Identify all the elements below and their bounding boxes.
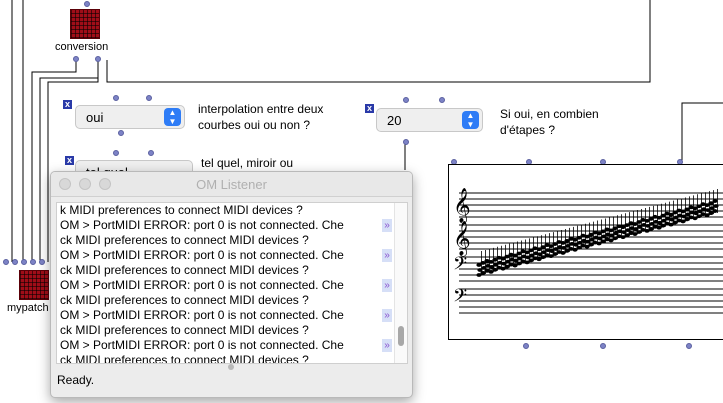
listener-line: ck MIDI preferences to connect MIDI devi… [60,323,309,337]
wire [106,0,651,83]
inlet-dot[interactable] [39,259,45,265]
listener-line: OM > PortMIDI ERROR: port 0 is not conne… [60,338,344,352]
inlet-dot[interactable] [21,259,27,265]
outlet-dot[interactable] [523,343,529,349]
treble-clef-icon: 𝄞 [453,221,471,257]
scrollbar-thumb[interactable] [398,326,404,346]
more-indicator-icon[interactable]: » [382,219,392,232]
mode-comment: tel quel, miroir ou [201,156,294,170]
conversion-label: conversion [55,41,109,53]
scrollbar[interactable] [394,203,407,363]
inlet-dot[interactable] [148,150,154,156]
treble-clef-icon: 𝄞 [453,188,471,224]
listener-line: OM > PortMIDI ERROR: port 0 is not conne… [60,248,344,262]
steps-value: 20 [387,113,402,128]
interpolation-value: oui [86,110,104,125]
chevron-updown-icon: ▲ ▼ [462,111,479,129]
listener-line: ck MIDI preferences to connect MIDI devi… [60,263,309,277]
mypatch-label: mypatch [7,302,49,314]
note-cluster [476,189,719,277]
outlet-dot[interactable] [686,343,692,349]
steps-popup[interactable]: 20 ▲ ▼ [376,108,483,132]
score-editor[interactable]: 𝄞 𝄞 𝄢 𝄢 [448,164,723,340]
listener-window[interactable]: OM Listener k MIDI preferences to connec… [50,171,413,398]
patch-grid-icon[interactable] [19,270,49,300]
interpolation-popup[interactable]: oui ▲ ▼ [75,105,185,129]
outlet-dot[interactable] [73,56,79,62]
outlet-dot[interactable] [118,130,124,136]
inlet-dot[interactable] [403,97,409,103]
listener-output[interactable]: k MIDI preferences to connect MIDI devic… [56,202,408,364]
status-text: Ready. [57,373,95,387]
listener-line: OM > PortMIDI ERROR: port 0 is not conne… [60,278,344,292]
listener-line: OM > PortMIDI ERROR: port 0 is not conne… [60,308,344,322]
title-bar[interactable]: OM Listener [51,172,412,197]
lock-x-icon[interactable]: x [365,104,374,113]
inlet-dot[interactable] [439,97,445,103]
note-head [712,209,718,213]
inlet-dot[interactable] [3,259,9,265]
inlet-dot[interactable] [12,259,18,265]
listener-line: ck MIDI preferences to connect MIDI devi… [60,293,309,307]
listener-line: ck MIDI preferences to connect MIDI devi… [60,353,309,364]
patch-grid-icon[interactable] [70,9,100,39]
bass-clef-icon: 𝄢 [453,286,467,311]
more-indicator-icon[interactable]: » [382,339,392,352]
more-indicator-icon[interactable]: » [382,309,392,322]
lock-x-icon[interactable]: x [65,156,74,165]
more-indicator-icon[interactable]: » [382,249,392,262]
listener-line: OM > PortMIDI ERROR: port 0 is not conne… [60,218,344,232]
inlet-dot[interactable] [113,95,119,101]
chevron-updown-icon: ▲ ▼ [164,108,181,126]
outlet-dot[interactable] [95,56,101,62]
inlet-dot[interactable] [84,1,90,7]
listener-line: ck MIDI preferences to connect MIDI devi… [60,233,309,247]
wire [681,102,723,162]
interpolation-comment: interpolation entre deux courbes oui ou … [198,102,324,132]
resize-grip-icon[interactable] [228,364,234,370]
bass-clef-icon: 𝄢 [453,254,467,279]
listener-line: k MIDI preferences to connect MIDI devic… [60,203,303,217]
note-head [712,199,718,203]
outlet-dot[interactable] [403,139,409,145]
inlet-dot[interactable] [146,95,152,101]
inlet-dot[interactable] [113,150,119,156]
steps-comment: Si oui, en combien d'étapes ? [500,107,599,137]
score-staves: 𝄞 𝄞 𝄢 𝄢 [453,188,723,314]
lock-x-icon[interactable]: x [63,100,72,109]
outlet-dot[interactable] [600,343,606,349]
inlet-dot[interactable] [30,259,36,265]
more-indicator-icon[interactable]: » [382,279,392,292]
window-title: OM Listener [196,177,267,192]
